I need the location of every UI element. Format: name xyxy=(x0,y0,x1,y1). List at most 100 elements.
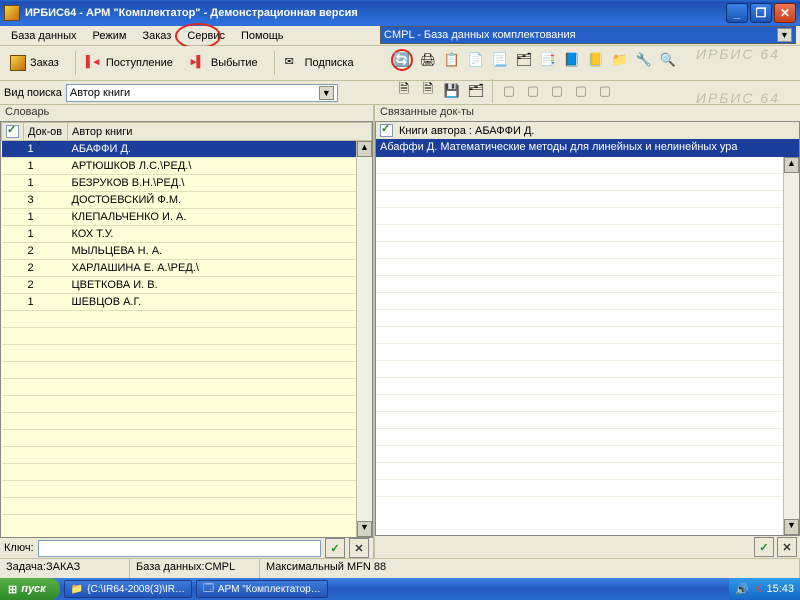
window-buttons: _ ❐ ✕ xyxy=(726,3,796,23)
toolbar-separator xyxy=(75,51,76,75)
search-type-label: Вид поиска xyxy=(4,87,62,99)
order-button[interactable]: Заказ xyxy=(4,51,65,75)
receipt-label: Поступление xyxy=(106,57,173,69)
col-check-header[interactable] xyxy=(2,123,24,141)
related-row[interactable]: Абаффи Д. Математические методы для лине… xyxy=(375,139,800,157)
find-icon[interactable]: 🔍 xyxy=(659,51,677,69)
print-icon[interactable]: 🖨 xyxy=(419,51,437,69)
stack-icon[interactable]: 🗂 xyxy=(515,51,533,69)
apply-button[interactable]: ✓ xyxy=(754,537,774,557)
table-row[interactable]: 2 МЫЛЬЦЕВА Н. А. xyxy=(2,243,372,260)
cancel-button[interactable]: ✕ xyxy=(777,537,797,557)
key-clear-button[interactable]: ✕ xyxy=(349,538,369,558)
disabled-icon: ▢ xyxy=(500,82,518,100)
status-mfn: Максимальный MFN 88 xyxy=(260,559,800,578)
database-combo[interactable]: CMPL - База данных комплектования ▼ xyxy=(380,26,796,44)
scroll-up-icon[interactable]: ▲ xyxy=(357,141,372,157)
secondary-toolbar: 🗎 🗎 💾 🗂 ▢ ▢ ▢ ▢ ▢ xyxy=(388,80,621,102)
book-icon[interactable]: 📘 xyxy=(563,51,581,69)
disabled-icon: ▢ xyxy=(596,82,614,100)
table-row xyxy=(2,328,372,345)
table-row xyxy=(2,413,372,430)
subscribe-label: Подписка xyxy=(305,57,354,69)
scroll-up-icon[interactable]: ▲ xyxy=(784,157,799,173)
new-doc-icon[interactable]: 🗎 xyxy=(395,82,413,100)
paste-icon[interactable]: 📄 xyxy=(467,51,485,69)
clock: 15:43 xyxy=(766,583,794,595)
doc-icon[interactable]: 📃 xyxy=(491,51,509,69)
taskbar-item[interactable]: 📁 {C:\IR64-2008(3)\IR… xyxy=(64,580,192,598)
mail-icon: ✉ xyxy=(285,55,301,71)
dictionary-grid[interactable]: Док-ов Автор книги 1 АБАФФИ Д. 1 АРТЮШКО… xyxy=(0,121,373,538)
menu-bar: База данных Режим Заказ Сервис Помощь CM… xyxy=(0,26,800,46)
right-pane-label: Связанные док-ты xyxy=(375,105,800,121)
taskbar-item-label: АРМ "Комплектатор… xyxy=(218,584,321,595)
copy-icon[interactable]: 📋 xyxy=(443,51,461,69)
folder-icon: 📁 xyxy=(71,584,83,595)
col-count-header[interactable]: Док-ов xyxy=(24,123,68,141)
menu-database[interactable]: База данных xyxy=(3,28,85,44)
status-db: База данных:CMPL xyxy=(130,559,260,578)
system-tray[interactable]: 🔊 K 15:43 xyxy=(729,578,800,600)
left-pane: Словарь Док-ов Автор книги 1 АБАФФИ Д. 1 xyxy=(0,105,375,558)
note-icon[interactable]: 📒 xyxy=(587,51,605,69)
table-row[interactable]: 1 ШЕВЦОВ А.Г. xyxy=(2,294,372,311)
receipt-button[interactable]: ▌◂ Поступление xyxy=(80,51,179,75)
title-bar: ИРБИС64 - АРМ "Комплектатор" - Демонстра… xyxy=(0,0,800,26)
related-header-text: Книги автора : АБАФФИ Д. xyxy=(399,125,534,137)
maximize-button[interactable]: ❐ xyxy=(750,3,772,23)
close-button[interactable]: ✕ xyxy=(774,3,796,23)
minimize-button[interactable]: _ xyxy=(726,3,748,23)
key-row: Ключ: ✓ ✕ xyxy=(0,538,373,558)
subscribe-button[interactable]: ✉ Подписка xyxy=(279,51,360,75)
related-list-body[interactable]: ▲ ▼ xyxy=(375,157,800,536)
table-row xyxy=(2,498,372,515)
save-doc-icon[interactable]: 💾 xyxy=(443,82,461,100)
open-doc-icon[interactable]: 🗎 xyxy=(419,82,437,100)
page-icon[interactable]: 📑 xyxy=(539,51,557,69)
dictionary-scrollbar[interactable]: ▲ ▼ xyxy=(356,141,372,537)
table-row xyxy=(2,345,372,362)
table-row[interactable]: 1 БЕЗРУКОВ В.Н.\РЕД.\ xyxy=(2,175,372,192)
table-row xyxy=(2,481,372,498)
refresh-icon[interactable]: 🔄 xyxy=(391,49,413,71)
key-apply-button[interactable]: ✓ xyxy=(325,538,345,558)
scroll-down-icon[interactable]: ▼ xyxy=(357,521,372,537)
status-bar: Задача:ЗАКАЗ База данных:CMPL Максимальн… xyxy=(0,558,800,578)
search-type-value: Автор книги xyxy=(70,87,130,99)
key-input[interactable] xyxy=(38,540,321,557)
tool-icon[interactable]: 🔧 xyxy=(635,51,653,69)
empty-lines xyxy=(376,157,799,497)
disposal-button[interactable]: ▸▌ Выбытие xyxy=(185,51,264,75)
stack2-icon[interactable]: 🗂 xyxy=(467,82,485,100)
table-row[interactable]: 1 АБАФФИ Д. xyxy=(2,141,372,158)
related-scrollbar[interactable]: ▲ ▼ xyxy=(783,157,799,535)
table-row[interactable]: 1 АРТЮШКОВ Л.С.\РЕД.\ xyxy=(2,158,372,175)
scroll-down-icon[interactable]: ▼ xyxy=(784,519,799,535)
chevron-down-icon[interactable]: ▼ xyxy=(777,28,792,42)
related-row-text: Абаффи Д. Математические методы для лине… xyxy=(380,141,738,153)
taskbar-item[interactable]: 🗔 АРМ "Комплектатор… xyxy=(196,580,328,598)
table-row[interactable]: 1 КЛЕПАЛЬЧЕНКО И. А. xyxy=(2,209,372,226)
table-row[interactable]: 1 КОХ Т.У. xyxy=(2,226,372,243)
col-author-header[interactable]: Автор книги xyxy=(68,123,372,141)
folder-icon[interactable]: 📁 xyxy=(611,51,629,69)
tray-icon[interactable]: K xyxy=(754,583,761,595)
table-row[interactable]: 3 ДОСТОЕВСКИЙ Ф.М. xyxy=(2,192,372,209)
menu-service[interactable]: Сервис xyxy=(179,28,233,44)
disabled-icon: ▢ xyxy=(572,82,590,100)
table-row[interactable]: 2 ЦВЕТКОВА И. В. xyxy=(2,277,372,294)
menu-mode[interactable]: Режим xyxy=(85,28,135,44)
search-type-combo[interactable]: Автор книги ▼ xyxy=(66,84,338,102)
start-button[interactable]: ⊞ пуск xyxy=(0,578,60,600)
order-label: Заказ xyxy=(30,57,59,69)
key-label: Ключ: xyxy=(4,542,34,554)
table-row xyxy=(2,447,372,464)
chevron-down-icon[interactable]: ▼ xyxy=(319,86,334,100)
table-row[interactable]: 2 ХАРЛАШИНА Е. А.\РЕД.\ xyxy=(2,260,372,277)
menu-help[interactable]: Помощь xyxy=(233,28,292,44)
taskbar: ⊞ пуск 📁 {C:\IR64-2008(3)\IR… 🗔 АРМ "Ком… xyxy=(0,578,800,600)
menu-order[interactable]: Заказ xyxy=(134,28,179,44)
start-label: пуск xyxy=(21,583,46,595)
tray-icon[interactable]: 🔊 xyxy=(735,583,749,596)
